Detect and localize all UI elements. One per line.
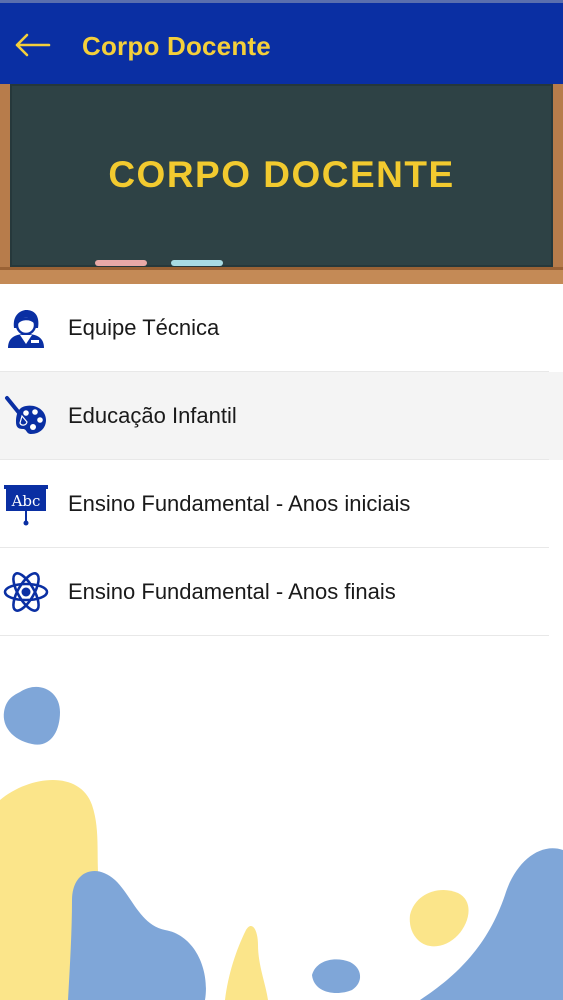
blob-yellow-small xyxy=(225,925,268,1000)
blob-blue-small xyxy=(312,959,361,994)
menu-item-label: Equipe Técnica xyxy=(68,315,220,340)
chalkboard-ledge xyxy=(0,267,563,284)
menu-item-equipe-tecnica[interactable]: Equipe Técnica xyxy=(0,284,563,372)
chalkboard-surface: CORPO DOCENTE xyxy=(10,84,553,267)
menu-item-label: Ensino Fundamental - Anos finais xyxy=(68,579,396,604)
menu-item-label: Ensino Fundamental - Anos iniciais xyxy=(68,491,411,516)
menu-list: Equipe Técnica Educação Infantil Abc Ens… xyxy=(0,284,563,636)
blob-yellow-left xyxy=(0,780,127,1000)
abc-board-icon: Abc xyxy=(2,480,50,528)
menu-item-educacao-infantil[interactable]: Educação Infantil xyxy=(0,372,563,460)
app-bar: Corpo Docente xyxy=(0,0,563,84)
menu-item-anos-iniciais[interactable]: Abc Ensino Fundamental - Anos iniciais xyxy=(0,460,563,548)
menu-item-label: Educação Infantil xyxy=(68,403,237,428)
blob-blue-right xyxy=(420,848,563,1000)
palette-brush-icon xyxy=(2,392,50,440)
svg-text:Abc: Abc xyxy=(11,492,41,510)
page-title: Corpo Docente xyxy=(82,31,271,61)
banner-title: CORPO DOCENTE xyxy=(108,154,455,195)
blob-blue-top-left xyxy=(3,686,60,745)
back-button[interactable] xyxy=(8,21,56,69)
chalk-pink xyxy=(95,260,147,266)
atom-icon xyxy=(2,568,50,616)
blob-blue-bottom-left xyxy=(68,870,206,1000)
menu-item-anos-finais[interactable]: Ensino Fundamental - Anos finais xyxy=(0,548,563,636)
chalk-blue xyxy=(171,260,223,266)
banner-chalkboard: CORPO DOCENTE xyxy=(0,84,563,284)
blob-yellow-right xyxy=(409,889,469,947)
teacher-icon xyxy=(2,304,50,352)
arrow-left-icon xyxy=(15,33,51,57)
